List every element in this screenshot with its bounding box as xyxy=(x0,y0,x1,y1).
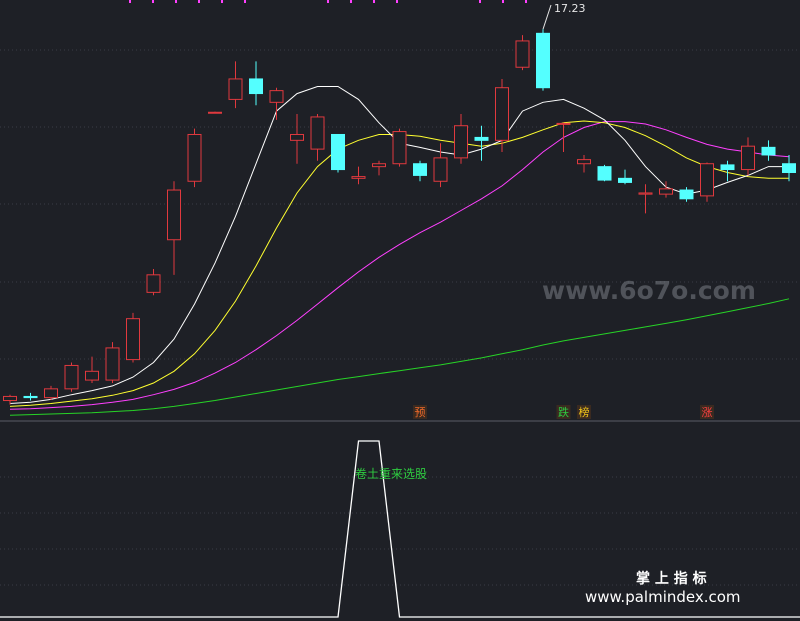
candle-body xyxy=(679,189,694,200)
candle-body xyxy=(187,133,202,182)
candle xyxy=(700,162,714,202)
candle-body xyxy=(720,164,735,171)
candle-body xyxy=(782,163,796,173)
candle-body xyxy=(85,370,99,381)
candle xyxy=(208,111,222,114)
candle-body xyxy=(433,157,448,182)
candle-body xyxy=(577,159,591,165)
candle-body xyxy=(126,318,140,361)
candle-body xyxy=(741,145,755,171)
watermark-site-bottom: www.palmindex.com xyxy=(585,588,741,606)
candle-body xyxy=(515,40,530,68)
chart-svg: 预 跌榜 涨 17.23 www.6o7o.com 卷土重来选股 掌 上 指 标 w… xyxy=(0,0,800,621)
peak-price-label: 17.23 xyxy=(554,2,586,15)
candle-body xyxy=(64,364,79,390)
candle-body xyxy=(331,133,345,171)
signal-marker-text: 榜 xyxy=(579,405,590,419)
candle-body xyxy=(700,163,714,197)
candle-body xyxy=(597,166,612,181)
candle xyxy=(105,342,120,383)
candle-body xyxy=(3,395,17,402)
candle-body xyxy=(44,388,58,399)
candle xyxy=(187,128,202,188)
candle-body xyxy=(351,176,366,179)
candle-body xyxy=(556,122,571,125)
candle-body xyxy=(761,146,776,156)
candle-body xyxy=(23,395,38,399)
candle xyxy=(126,312,140,363)
candle xyxy=(64,362,79,392)
candle-body xyxy=(638,192,653,195)
candle-body xyxy=(228,78,243,100)
signal-marker-text: 跌 xyxy=(558,405,569,419)
candle-body xyxy=(618,177,632,183)
candle-body xyxy=(310,116,325,150)
signal-marker: 榜 xyxy=(577,405,591,419)
candle-body xyxy=(372,163,386,168)
candle-body xyxy=(249,78,263,95)
candle xyxy=(392,128,407,167)
candle-body xyxy=(659,188,673,195)
candle xyxy=(597,164,612,182)
signal-marker: 预 xyxy=(413,405,427,419)
candle-body xyxy=(146,274,161,293)
candle-body xyxy=(474,136,489,141)
candle-body xyxy=(392,131,407,165)
candle-body xyxy=(536,32,550,89)
candle-body xyxy=(495,87,509,141)
candle-body xyxy=(167,189,181,241)
candle-body xyxy=(208,111,222,114)
signal-marker: 涨 xyxy=(700,405,714,419)
chart-background xyxy=(0,0,800,621)
candle-body xyxy=(269,90,284,103)
candle xyxy=(536,29,550,91)
signal-label: 卷土重来选股 xyxy=(355,466,427,481)
signal-marker-text: 预 xyxy=(415,406,426,419)
candle-body xyxy=(105,347,120,381)
candle-body xyxy=(290,133,304,141)
watermark-brand-title: 掌 上 指 标 xyxy=(636,570,707,587)
candle xyxy=(331,133,345,173)
watermark-site-top: www.6o7o.com xyxy=(542,276,756,305)
signal-marker-text: 涨 xyxy=(702,406,713,419)
kline-chart: 预 跌榜 涨 17.23 www.6o7o.com 卷土重来选股 掌 上 指 标 w… xyxy=(0,0,800,621)
candle-body xyxy=(413,163,427,176)
candle-body xyxy=(454,125,468,159)
signal-marker: 跌 xyxy=(556,405,571,419)
